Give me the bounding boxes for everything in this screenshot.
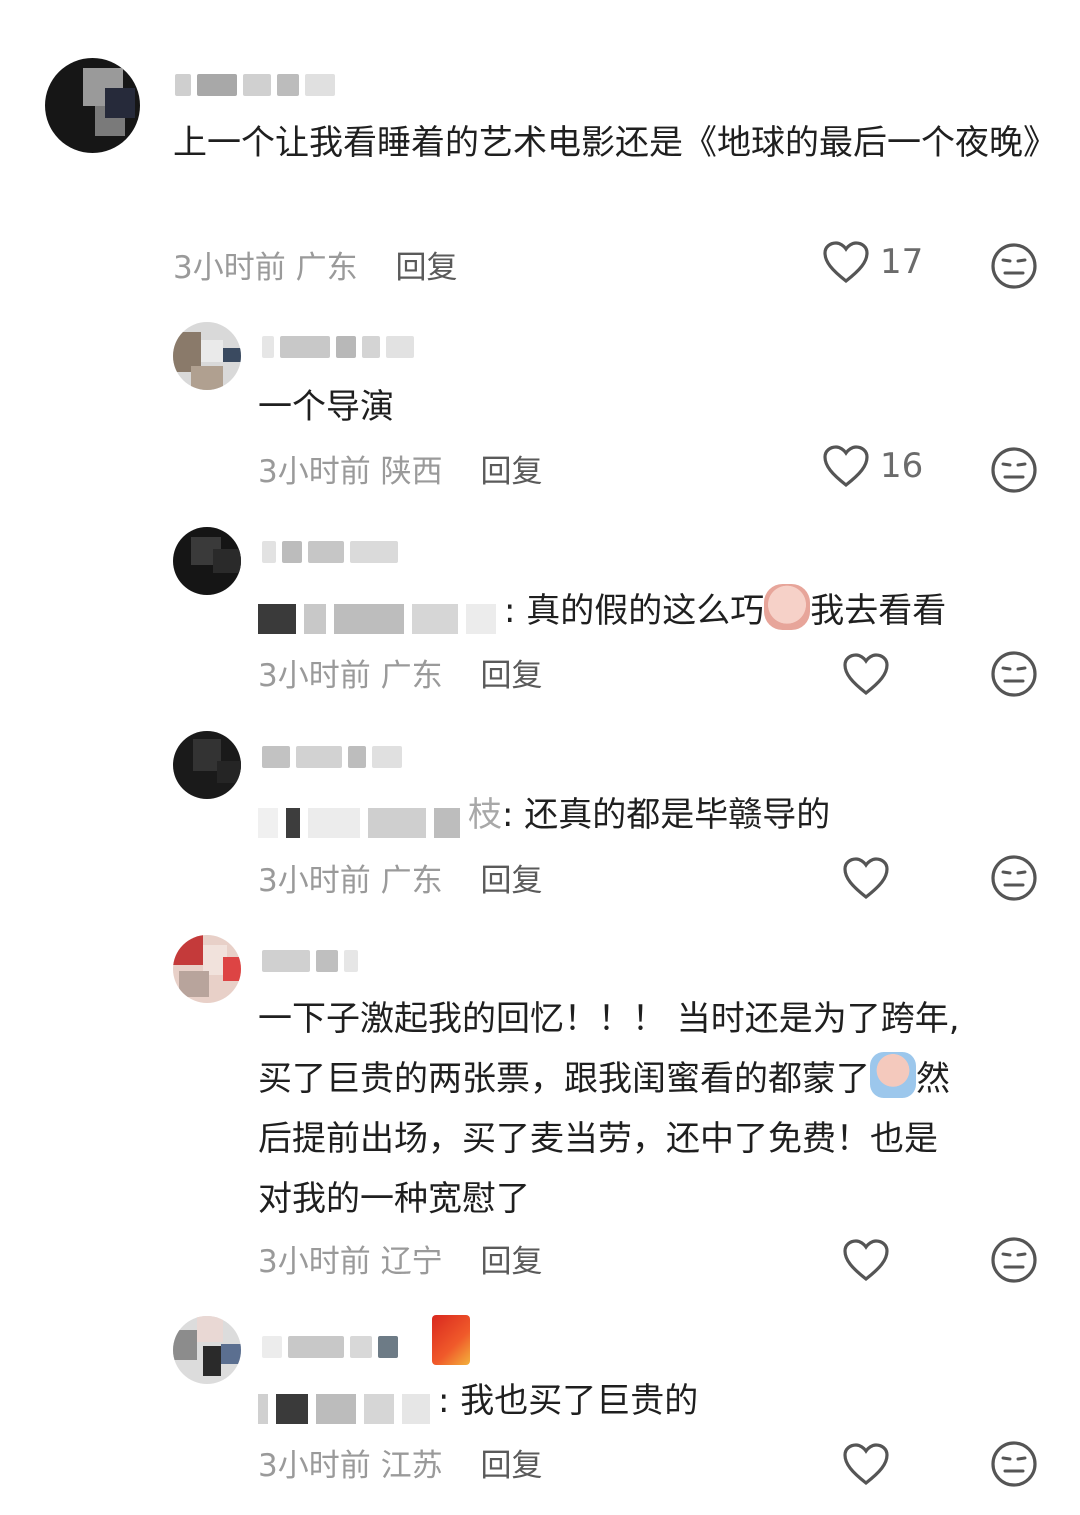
username-blurred[interactable]	[262, 944, 358, 978]
avatar[interactable]	[173, 322, 241, 390]
comment-line: 对我的一种宽慰了	[258, 1179, 530, 1219]
comment-meta: 3小时前 广东 回复	[258, 855, 542, 900]
comment-text-part: : 真的假的这么巧	[504, 591, 765, 631]
reply-button[interactable]: 回复	[480, 1448, 542, 1484]
avatar[interactable]	[173, 1316, 241, 1384]
comment-location: 广东	[380, 863, 443, 899]
comment-text: 上一个让我看睡着的艺术电影还是《地球的最后一个夜晚》	[173, 123, 1057, 163]
reply-button[interactable]: 回复	[480, 863, 542, 899]
comment-time: 3小时前	[258, 1244, 371, 1280]
mention-blurred[interactable]	[258, 1377, 438, 1424]
like-button[interactable]	[842, 1238, 890, 1282]
comment-time: 3小时前	[258, 863, 371, 899]
comment-meta: 3小时前 辽宁 回复	[258, 1236, 542, 1281]
dislike-button[interactable]	[990, 650, 1038, 702]
heart-outline-icon	[843, 653, 889, 696]
reply-button[interactable]: 回复	[480, 1244, 542, 1280]
comment-line: 后提前出场，买了麦当劳，还中了免费！也是	[258, 1119, 938, 1159]
comment-location: 江苏	[380, 1448, 443, 1484]
comment-meta: 3小时前 广东 回复	[258, 650, 542, 695]
heart-outline-icon	[843, 857, 889, 900]
comment-location: 辽宁	[380, 1244, 443, 1280]
meh-face-icon	[991, 1441, 1037, 1487]
crying-peach-emoji	[870, 1052, 916, 1098]
comment-text: 一个导演	[258, 387, 394, 427]
dislike-button[interactable]	[990, 1236, 1038, 1288]
meh-face-icon	[991, 1237, 1037, 1283]
username-blurred[interactable]	[262, 330, 414, 364]
red-envelope-badge	[432, 1315, 470, 1365]
username-blurred[interactable]	[262, 535, 398, 569]
reply-button[interactable]: 回复	[395, 250, 457, 286]
avatar[interactable]	[173, 527, 241, 595]
comment-line: 一下子激起我的回忆！！！ 当时还是为了跨年,	[258, 999, 960, 1039]
like-button[interactable]	[842, 652, 890, 696]
like-count: 16	[880, 446, 924, 486]
comment-location: 广东	[295, 250, 358, 286]
comment-text-part: 我去看看	[810, 591, 947, 631]
like-button[interactable]: 16	[822, 444, 923, 488]
heart-outline-icon	[823, 445, 869, 488]
username-blurred[interactable]	[175, 68, 335, 102]
dislike-button[interactable]	[990, 1440, 1038, 1492]
meh-face-icon	[991, 447, 1037, 493]
comment-time: 3小时前	[173, 250, 286, 286]
reply-button[interactable]: 回复	[480, 658, 542, 694]
comment-text: 一下子激起我的回忆！！！ 当时还是为了跨年, 买了巨贵的两张票，跟我闺蜜看的都蒙…	[258, 989, 1058, 1229]
comment-text-part: : 还真的都是毕赣导的	[502, 795, 831, 835]
comment-text-part: : 我也买了巨贵的	[438, 1381, 699, 1421]
dislike-button[interactable]	[990, 854, 1038, 906]
meh-face-icon	[991, 651, 1037, 697]
meh-face-icon	[991, 243, 1037, 289]
heart-outline-icon	[843, 1239, 889, 1282]
username-blurred[interactable]	[262, 1330, 398, 1364]
comment-location: 广东	[380, 658, 443, 694]
mention-blurred[interactable]	[258, 587, 504, 634]
like-button[interactable]	[842, 1442, 890, 1486]
like-count: 17	[880, 242, 924, 282]
comment-time: 3小时前	[258, 658, 371, 694]
meh-face-icon	[991, 855, 1037, 901]
comment-meta: 3小时前 广东 回复	[173, 242, 457, 287]
like-button[interactable]	[842, 856, 890, 900]
comment-meta: 3小时前 陕西 回复	[258, 446, 542, 491]
avatar[interactable]	[45, 58, 140, 153]
comment-time: 3小时前	[258, 1448, 371, 1484]
comment-text: 枝: 还真的都是毕赣导的	[258, 785, 1058, 845]
like-button[interactable]: 17	[822, 240, 923, 284]
username-blurred[interactable]	[262, 740, 402, 774]
comment-time: 3小时前	[258, 454, 371, 490]
comment-location: 陕西	[380, 454, 443, 490]
avatar[interactable]	[173, 935, 241, 1003]
dislike-button[interactable]	[990, 446, 1038, 498]
comment-text: : 真的假的这么巧 我去看看	[258, 581, 1058, 641]
dislike-button[interactable]	[990, 242, 1038, 294]
avatar[interactable]	[173, 731, 241, 799]
comment-line: 买了巨贵的两张票，跟我闺蜜看的都蒙了然	[258, 1049, 1058, 1109]
reply-button[interactable]: 回复	[480, 454, 542, 490]
surprised-peach-emoji	[764, 584, 811, 630]
mention-blurred[interactable]	[258, 791, 468, 838]
heart-outline-icon	[823, 241, 869, 284]
comment-text: : 我也买了巨贵的	[258, 1371, 1058, 1431]
heart-outline-icon	[843, 1443, 889, 1486]
comment-meta: 3小时前 江苏 回复	[258, 1440, 542, 1485]
mention-tail[interactable]: 枝	[468, 795, 502, 835]
